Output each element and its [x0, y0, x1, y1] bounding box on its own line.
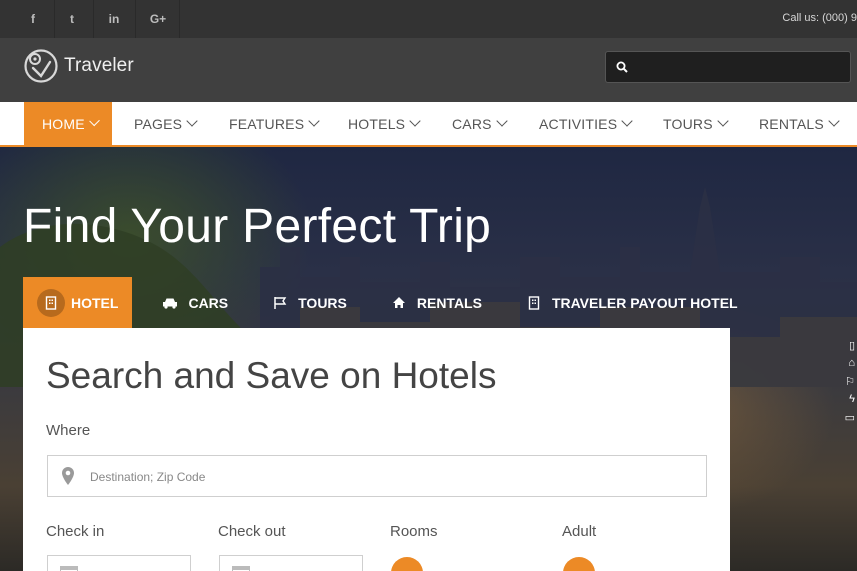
main-nav: HOME PAGES FEATURES HOTELS CARS ACTIVITI… [0, 102, 857, 147]
facebook-icon[interactable]: f [12, 0, 55, 38]
building-icon[interactable]: ▯ [836, 339, 857, 357]
bolt-icon[interactable]: ϟ [836, 393, 857, 411]
tab-label: HOTEL [71, 294, 119, 311]
nav-item-label: RENTALS [759, 116, 824, 132]
nav-item-features[interactable]: FEATURES [229, 102, 320, 146]
nav-item-label: ACTIVITIES [539, 116, 618, 132]
checkin-label: Check in [46, 523, 105, 540]
home-icon[interactable]: ⌂ [836, 357, 857, 375]
chevron-down-icon [186, 115, 198, 127]
header-search-input[interactable] [605, 51, 851, 83]
hotel-search-form: Search and Save on Hotels Where Destinat… [23, 328, 730, 571]
top-bar: f t in G+ Call us: (000) 9 [0, 0, 857, 38]
rooms-label: Rooms [390, 523, 438, 540]
nav-item-cars[interactable]: CARS [452, 102, 508, 146]
nav-item-label: TOURS [663, 116, 713, 132]
flag-icon[interactable]: ⚐ [836, 375, 857, 393]
nav-item-rentals[interactable]: RENTALS [759, 102, 840, 146]
nav-item-label: HOTELS [348, 116, 406, 132]
calendar-icon [232, 566, 250, 571]
checkout-date-input[interactable] [219, 555, 363, 571]
chevron-down-icon [308, 115, 320, 127]
search-icon [616, 61, 628, 73]
form-title: Search and Save on Hotels [46, 355, 497, 396]
building-icon [524, 293, 544, 313]
flag-icon [270, 293, 290, 313]
map-pin-icon [62, 467, 74, 485]
google-plus-icon[interactable]: G+ [137, 0, 180, 38]
building-icon [37, 288, 65, 317]
tab-cars[interactable]: CARS [132, 277, 246, 328]
side-icon-strip: ▯ ⌂ ⚐ ϟ ▭ [836, 339, 857, 429]
tab-label: CARS [188, 294, 229, 311]
tab-rentals[interactable]: RENTALS [365, 277, 500, 328]
tab-hotel[interactable]: HOTEL [23, 277, 133, 328]
twitter-icon[interactable]: t [51, 0, 94, 38]
tab-traveler-payout-hotel[interactable]: TRAVELER PAYOUT HOTEL [500, 277, 756, 328]
checkin-date-input[interactable] [47, 555, 191, 571]
nav-item-label: HOME [42, 116, 85, 132]
hero-title: Find Your Perfect Trip [23, 200, 492, 253]
rooms-stepper-button[interactable] [391, 557, 423, 571]
chevron-down-icon [409, 115, 421, 127]
tab-tours[interactable]: TOURS [246, 277, 365, 328]
tab-label: TRAVELER PAYOUT HOTEL [551, 294, 738, 311]
nav-item-activities[interactable]: ACTIVITIES [539, 102, 633, 146]
car-icon[interactable]: ▭ [836, 411, 857, 429]
search-tabs: HOTEL CARS TOURS RENTALS TRAVELER PAYOUT… [23, 277, 756, 328]
traveler-logo-icon [24, 49, 58, 83]
hero-section: Find Your Perfect Trip ▯ ⌂ ⚐ ϟ ▭ HOTEL C… [0, 147, 857, 571]
site-header: Traveler [0, 38, 857, 102]
chevron-down-icon [496, 115, 508, 127]
tab-label: RENTALS [416, 294, 482, 311]
tab-label: TOURS [298, 294, 347, 311]
adult-stepper-button[interactable] [563, 557, 595, 571]
destination-input[interactable]: Destination; Zip Code [47, 455, 707, 497]
destination-placeholder: Destination; Zip Code [90, 470, 206, 484]
linkedin-icon[interactable]: in [93, 0, 136, 38]
nav-item-hotels[interactable]: HOTELS [348, 102, 421, 146]
where-label: Where [46, 422, 91, 439]
nav-item-tours[interactable]: TOURS [663, 102, 729, 146]
nav-item-pages[interactable]: PAGES [134, 102, 198, 146]
call-us-text: Call us: (000) 9 [782, 12, 857, 24]
logo[interactable]: Traveler [23, 48, 134, 84]
checkout-label: Check out [218, 523, 286, 540]
nav-item-home[interactable]: HOME [24, 102, 112, 146]
chevron-down-icon [717, 115, 729, 127]
chevron-down-icon [828, 115, 840, 127]
home-icon [389, 293, 409, 313]
nav-item-label: FEATURES [229, 116, 305, 132]
car-icon [160, 293, 180, 313]
nav-item-label: PAGES [134, 116, 183, 132]
nav-item-label: CARS [452, 116, 492, 132]
adult-label: Adult [562, 523, 597, 540]
calendar-icon [60, 566, 78, 571]
chevron-down-icon [89, 115, 100, 127]
chevron-down-icon [621, 115, 633, 127]
brand-name: Traveler [64, 55, 134, 76]
